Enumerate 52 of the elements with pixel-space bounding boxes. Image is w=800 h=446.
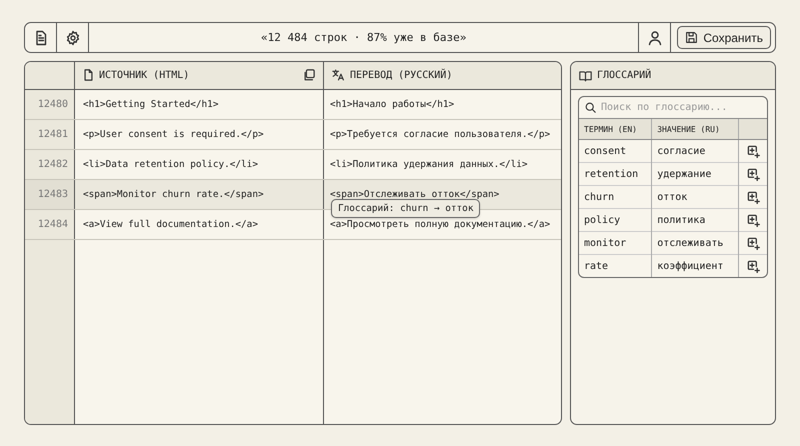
copy-icon[interactable] [303, 69, 315, 82]
glossary-tooltip: Глоссарий: churn → отток [331, 198, 480, 218]
segment-row[interactable]: 12481 <p>User consent is required.</p> <p>Требуется согласие пользователя.</p> [25, 119, 561, 149]
meaning-text: политика [657, 214, 706, 226]
summary-text: «12 484 строк · 87% уже в базе» [260, 30, 468, 46]
user-icon[interactable] [646, 30, 663, 46]
meaning-text: удержание [657, 168, 712, 180]
line-number: 12484 [38, 218, 68, 230]
translation-text[interactable]: <h1>Начало работы</h1> [330, 98, 454, 110]
source-text: <p>User consent is required.</p> [83, 128, 264, 140]
save-icon [685, 31, 698, 44]
line-number: 12481 [38, 128, 68, 140]
column-header: ЗНАЧЕНИЕ (RU) [657, 124, 720, 134]
add-term-icon[interactable] [746, 168, 760, 180]
add-term-icon[interactable] [746, 260, 760, 272]
source-text: <li>Data retention policy.</li> [83, 158, 258, 170]
translate-icon [332, 69, 345, 82]
meaning-text: коэффициент [657, 260, 724, 272]
translation-text[interactable]: <a>Просмотреть полную документацию.</a> [330, 218, 550, 230]
term-text: consent [584, 146, 626, 156]
add-term-icon[interactable] [746, 236, 760, 250]
term-text: churn [584, 192, 614, 202]
book-icon [579, 70, 592, 82]
meaning-text: отток [657, 192, 688, 202]
add-term-icon[interactable] [746, 190, 760, 204]
line-number: 12480 [38, 98, 68, 110]
translation-text[interactable]: <p>Требуется согласие пользователя.</p> [330, 128, 550, 140]
term-text: monitor [584, 238, 626, 248]
source-text: <h1>Getting Started</h1> [83, 98, 218, 110]
add-term-icon[interactable] [746, 144, 760, 158]
column-header: ИСТОЧНИК (HTML) [99, 70, 190, 81]
search-field[interactable]: Поиск по глоссарию... [601, 102, 751, 113]
save-button[interactable]: Сохранить [677, 26, 771, 49]
meaning-text: отслеживать [657, 238, 724, 248]
segment-row[interactable]: 12482 <li>Data retention policy.</li> <li>Политика удержания данных.</li> [25, 149, 561, 179]
file-icon [83, 69, 94, 82]
line-number: 12483 [38, 188, 68, 200]
panel-title: ГЛОССАРИЙ [597, 70, 652, 81]
column-header: ПЕРЕВОД (РУССКИЙ) [350, 70, 452, 81]
line-number: 12482 [38, 158, 68, 170]
source-text: <span>Monitor churn rate.</span> [83, 188, 264, 200]
settings-icon[interactable] [64, 30, 80, 46]
search-icon [585, 102, 596, 113]
segment-row[interactable]: 12480 <h1>Getting Started</h1> <h1>Начало работы</h1> [25, 89, 561, 119]
meaning-text: согласие [657, 146, 706, 156]
source-text: <a>View full documentation.</a> [83, 218, 258, 230]
term-text: policy [584, 214, 620, 226]
term-text: rate [584, 260, 608, 272]
term-text: retention [584, 168, 638, 180]
add-term-icon[interactable] [746, 214, 760, 226]
translation-text[interactable]: <li>Политика удержания данных.</li> [330, 158, 528, 170]
column-header: ТЕРМИН (EN) [584, 124, 637, 134]
